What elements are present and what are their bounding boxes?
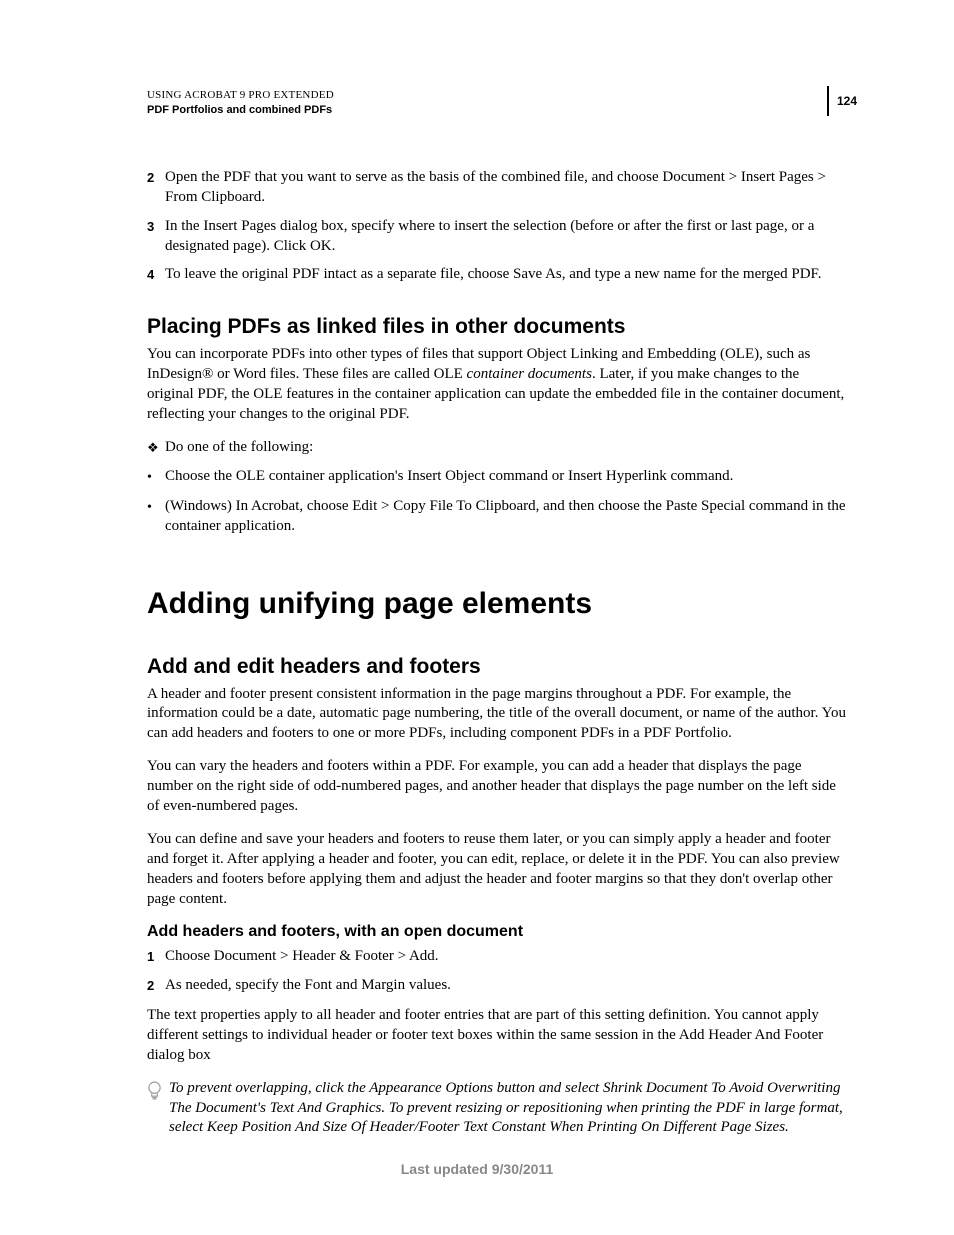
subsection-heading: Add headers and footers, with an open do… <box>147 923 849 941</box>
step-text: Open the PDF that you want to serve as t… <box>165 168 849 208</box>
list-item: 1 Choose Document > Header & Footer > Ad… <box>147 947 849 967</box>
page-footer: Last updated 9/30/2011 <box>0 1161 954 1177</box>
page-number: 124 <box>827 86 857 116</box>
bullet-text: (Windows) In Acrobat, choose Edit > Copy… <box>165 497 849 537</box>
list-item: 2 Open the PDF that you want to serve as… <box>147 168 849 208</box>
list-item: ❖ Do one of the following: <box>147 438 849 458</box>
bullet-list: ❖ Do one of the following: • Choose the … <box>147 438 849 536</box>
step-text: To leave the original PDF intact as a se… <box>165 265 849 285</box>
tip-block: To prevent overlapping, click the Appear… <box>147 1079 849 1139</box>
section-heading-add-edit: Add and edit headers and footers <box>147 655 849 679</box>
step-number: 4 <box>147 265 165 285</box>
bullet-text: Do one of the following: <box>165 438 313 458</box>
list-item: 4 To leave the original PDF intact as a … <box>147 265 849 285</box>
paragraph: The text properties apply to all header … <box>147 1006 849 1066</box>
section-heading-placing-pdfs: Placing PDFs as linked files in other do… <box>147 315 849 339</box>
paragraph: You can define and save your headers and… <box>147 830 849 910</box>
paragraph: A header and footer present consistent i… <box>147 685 849 745</box>
para-italic: container documents <box>467 366 592 382</box>
bullet-text: Choose the OLE container application's I… <box>165 467 733 488</box>
step-text: In the Insert Pages dialog box, specify … <box>165 217 849 257</box>
list-item: • (Windows) In Acrobat, choose Edit > Co… <box>147 497 849 537</box>
diamond-bullet-icon: ❖ <box>147 438 165 458</box>
step-number: 1 <box>147 947 165 967</box>
lightbulb-icon <box>147 1079 169 1108</box>
header-subtitle: PDF Portfolios and combined PDFs <box>147 103 849 118</box>
paragraph: You can incorporate PDFs into other type… <box>147 345 849 425</box>
numbered-steps-top: 2 Open the PDF that you want to serve as… <box>147 168 849 286</box>
header-title: USING ACROBAT 9 PRO EXTENDED <box>147 88 849 103</box>
numbered-steps-add: 1 Choose Document > Header & Footer > Ad… <box>147 947 849 996</box>
running-header: USING ACROBAT 9 PRO EXTENDED PDF Portfol… <box>147 88 849 118</box>
step-number: 3 <box>147 217 165 257</box>
dot-bullet-icon: • <box>147 497 165 537</box>
step-number: 2 <box>147 168 165 208</box>
list-item: 3 In the Insert Pages dialog box, specif… <box>147 217 849 257</box>
list-item: 2 As needed, specify the Font and Margin… <box>147 976 849 996</box>
chapter-heading: Adding unifying page elements <box>147 587 849 621</box>
step-text: As needed, specify the Font and Margin v… <box>165 976 849 996</box>
step-text: Choose Document > Header & Footer > Add. <box>165 947 849 967</box>
dot-bullet-icon: • <box>147 467 165 488</box>
list-item: • Choose the OLE container application's… <box>147 467 849 488</box>
paragraph: You can vary the headers and footers wit… <box>147 757 849 817</box>
tip-text: To prevent overlapping, click the Appear… <box>169 1079 849 1139</box>
step-number: 2 <box>147 976 165 996</box>
